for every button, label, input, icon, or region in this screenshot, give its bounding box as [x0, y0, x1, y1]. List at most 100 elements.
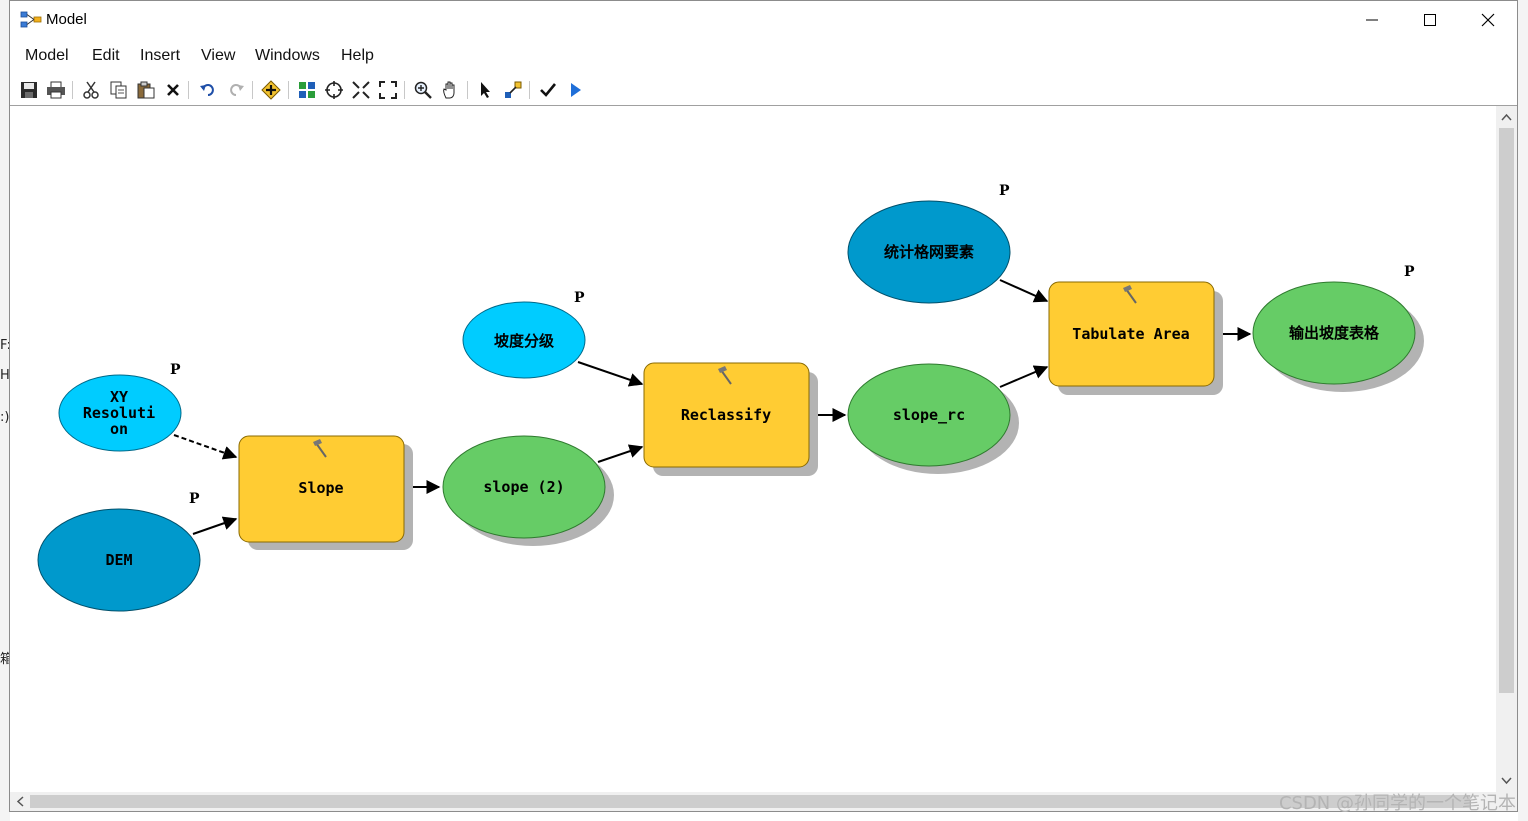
pan-button[interactable]	[438, 78, 462, 102]
menu-insert[interactable]: Insert	[140, 47, 180, 65]
node-reclass-value[interactable]: 坡度分级 P	[462, 290, 586, 379]
pan-icon	[443, 81, 455, 99]
zoom-out-fixed-icon	[379, 81, 397, 99]
model-diagram: XY Resoluti on P DEM P Slope slope (2) 坡…	[37, 183, 1424, 612]
node-label: 统计格网要素	[884, 243, 974, 261]
run-icon	[571, 83, 581, 97]
redo-button[interactable]	[224, 78, 248, 102]
scroll-down-icon[interactable]	[1496, 772, 1517, 790]
zoom-in-fixed-icon	[352, 81, 370, 99]
menu-windows[interactable]: Windows	[255, 47, 320, 65]
auto-layout-icon	[299, 82, 315, 98]
toolbar-separator	[404, 81, 405, 99]
minimize-icon	[1366, 19, 1378, 21]
print-icon	[47, 81, 65, 99]
connect-icon	[505, 81, 522, 98]
menu-edit[interactable]: Edit	[92, 47, 120, 65]
node-reclassify-tool[interactable]: Reclassify	[643, 362, 818, 476]
node-slope2[interactable]: slope (2)	[442, 435, 614, 546]
background-strip-right	[1518, 0, 1528, 821]
toolbar-separator	[467, 81, 468, 99]
undo-icon	[200, 84, 214, 96]
save-icon	[21, 82, 37, 98]
connector-reclass-value-to-reclassify[interactable]	[577, 361, 644, 387]
node-label-line: on	[110, 420, 128, 438]
cut-button[interactable]	[79, 78, 103, 102]
toolbar-separator	[529, 81, 530, 99]
connector-dem-to-slope[interactable]	[192, 516, 238, 535]
maximize-button[interactable]	[1401, 1, 1459, 39]
add-data-icon	[261, 80, 281, 100]
horizontal-scrollbar[interactable]	[10, 792, 1496, 811]
close-icon	[1481, 13, 1495, 27]
print-button[interactable]	[44, 78, 68, 102]
menu-bar: Model Edit Insert View Windows Help	[10, 43, 1517, 71]
scroll-up-icon[interactable]	[1496, 108, 1517, 126]
toolbar-separator	[252, 81, 253, 99]
node-dem[interactable]: DEM P	[37, 491, 201, 612]
connect-button[interactable]	[501, 78, 525, 102]
parameter-marker: P	[189, 491, 200, 507]
toolbar-separator	[288, 81, 289, 99]
full-extent-icon	[325, 81, 343, 99]
select-icon	[481, 82, 490, 98]
node-slope-tool[interactable]: Slope	[238, 435, 413, 550]
minimize-button[interactable]	[1343, 1, 1401, 39]
delete-button[interactable]	[161, 78, 185, 102]
vertical-scroll-thumb[interactable]	[1499, 128, 1514, 693]
full-extent-button[interactable]	[322, 78, 346, 102]
undo-button[interactable]	[196, 78, 220, 102]
cut-icon	[83, 81, 99, 99]
close-button[interactable]	[1459, 1, 1517, 39]
save-button[interactable]	[17, 78, 41, 102]
connector-slope2-to-reclassify[interactable]	[597, 444, 644, 463]
horizontal-scroll-thumb[interactable]	[30, 795, 1470, 808]
model-app-icon	[20, 11, 42, 28]
node-label: Slope	[298, 479, 343, 497]
zoom-out-fixed-button[interactable]	[376, 78, 400, 102]
run-button[interactable]	[563, 78, 587, 102]
menu-help[interactable]: Help	[341, 47, 374, 65]
window-title: Model	[46, 11, 87, 28]
toolbar-separator	[188, 81, 189, 99]
model-window: Model Model Edit Insert View Windows Hel…	[9, 0, 1518, 812]
menu-model[interactable]: Model	[25, 47, 69, 65]
zoom-in-fixed-button[interactable]	[349, 78, 373, 102]
menu-view[interactable]: View	[201, 47, 235, 65]
parameter-marker: P	[574, 290, 585, 306]
parameter-marker: P	[999, 183, 1010, 199]
node-tabulate-tool[interactable]: Tabulate Area	[1048, 281, 1223, 395]
model-canvas[interactable]: XY Resoluti on P DEM P Slope slope (2) 坡…	[10, 106, 1496, 792]
maximize-icon	[1424, 14, 1436, 26]
zoom-in-button[interactable]	[411, 78, 435, 102]
node-label: 坡度分级	[494, 332, 555, 350]
node-label: Tabulate Area	[1072, 325, 1189, 343]
node-slope-rc[interactable]: slope_rc	[847, 363, 1019, 474]
node-label: 输出坡度表格	[1289, 324, 1380, 342]
vertical-scrollbar[interactable]	[1496, 106, 1517, 792]
validate-button[interactable]	[536, 78, 560, 102]
toolbar-separator	[72, 81, 73, 99]
select-button[interactable]	[474, 78, 498, 102]
delete-icon	[167, 84, 179, 96]
copy-button[interactable]	[107, 78, 131, 102]
connector-xy-to-slope[interactable]	[173, 434, 238, 460]
title-bar[interactable]: Model	[10, 1, 1517, 39]
add-data-button[interactable]	[259, 78, 283, 102]
connector-slope-rc-to-tabulate[interactable]	[999, 365, 1049, 388]
node-label: DEM	[105, 551, 132, 569]
connector-zone-to-tabulate[interactable]	[999, 279, 1049, 303]
parameter-marker: P	[170, 362, 181, 378]
toolbar	[10, 75, 1517, 106]
node-output-table[interactable]: 输出坡度表格 P	[1252, 264, 1424, 392]
zoom-in-icon	[414, 81, 432, 99]
paste-button[interactable]	[134, 78, 158, 102]
node-zone-features[interactable]: 统计格网要素 P	[847, 183, 1011, 304]
scroll-left-icon[interactable]	[12, 792, 30, 811]
node-label: slope (2)	[483, 478, 564, 496]
node-label: slope_rc	[893, 406, 965, 424]
node-xy-resolution[interactable]: XY Resoluti on P	[58, 362, 182, 452]
auto-layout-button[interactable]	[295, 78, 319, 102]
validate-icon	[540, 83, 557, 97]
copy-icon	[110, 81, 127, 99]
